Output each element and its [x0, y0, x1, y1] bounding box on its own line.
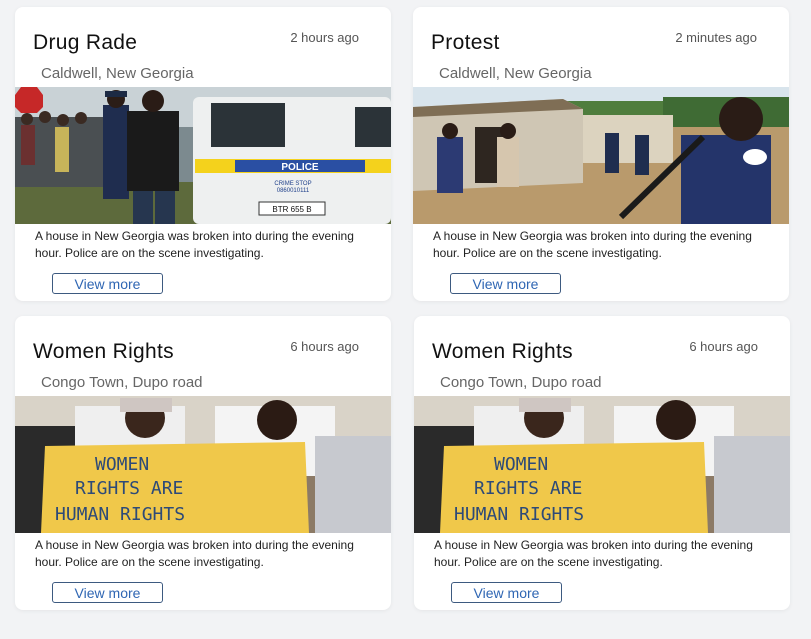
- sign-line-2: RIGHTS ARE: [75, 478, 183, 499]
- card-description: A house in New Georgia was broken into d…: [434, 538, 753, 569]
- card-timestamp: 6 hours ago: [689, 339, 758, 354]
- card-title: Women Rights: [432, 340, 573, 363]
- news-card: Drug Rade 2 hours ago Caldwell, New Geor…: [15, 7, 391, 301]
- view-more-button[interactable]: View more: [52, 582, 163, 603]
- card-location: Congo Town, Dupo road: [440, 374, 602, 391]
- police-decal: POLICE: [281, 162, 319, 173]
- women-protest-photo: WOMEN RIGHTS ARE HUMAN RIGHTS: [15, 396, 391, 533]
- sign-line-3: HUMAN RIGHTS: [454, 504, 584, 525]
- card-description: A house in New Georgia was broken into d…: [35, 538, 354, 569]
- sign-line-1: WOMEN: [494, 454, 548, 475]
- license-plate: BTR 655 B: [272, 205, 311, 214]
- card-timestamp: 2 minutes ago: [675, 30, 757, 45]
- card-title: Women Rights: [33, 340, 174, 363]
- news-card: Women Rights 6 hours ago Congo Town, Dup…: [15, 316, 391, 610]
- card-timestamp: 6 hours ago: [290, 339, 359, 354]
- view-more-button[interactable]: View more: [451, 582, 562, 603]
- crime-stop-decal: CRIME STOP: [274, 181, 311, 187]
- news-card: Protest 2 minutes ago Caldwell, New Geor…: [413, 7, 789, 301]
- crime-stop-phone: 0860010111: [277, 188, 310, 194]
- card-timestamp: 2 hours ago: [290, 30, 359, 45]
- sign-line-2: RIGHTS ARE: [474, 478, 582, 499]
- sign-line-1: WOMEN: [95, 454, 149, 475]
- armed-officers-photo: [413, 87, 789, 224]
- women-protest-photo: WOMEN RIGHTS ARE HUMAN RIGHTS: [414, 396, 790, 533]
- police-arrest-photo: POLICE CRIME STOP 0860010111 BTR 655 B: [15, 87, 391, 224]
- card-location: Caldwell, New Georgia: [439, 65, 592, 82]
- sign-line-3: HUMAN RIGHTS: [55, 504, 185, 525]
- view-more-button[interactable]: View more: [450, 273, 561, 294]
- card-location: Caldwell, New Georgia: [41, 65, 194, 82]
- card-description: A house in New Georgia was broken into d…: [433, 229, 752, 260]
- card-description: A house in New Georgia was broken into d…: [35, 229, 354, 260]
- card-title: Drug Rade: [33, 31, 138, 54]
- news-card: Women Rights 6 hours ago Congo Town, Dup…: [414, 316, 790, 610]
- card-title: Protest: [431, 31, 500, 54]
- card-location: Congo Town, Dupo road: [41, 374, 203, 391]
- view-more-button[interactable]: View more: [52, 273, 163, 294]
